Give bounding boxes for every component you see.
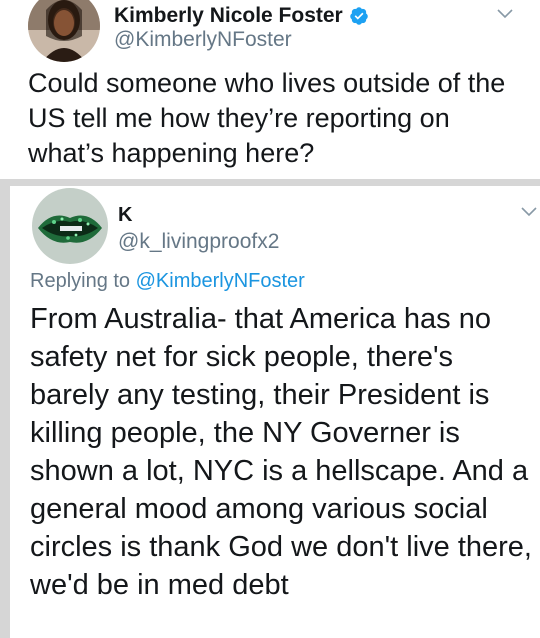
verified-badge-icon [349, 7, 368, 25]
chevron-down-icon[interactable] [496, 8, 514, 20]
author-avatar[interactable] [32, 188, 108, 264]
author-name-text[interactable]: Kimberly Nicole Foster [114, 4, 343, 28]
replying-prefix: Replying to [30, 270, 136, 292]
author-handle[interactable]: @k_livingproofx2 [118, 230, 279, 254]
author-name-text[interactable]: K [118, 204, 132, 227]
chevron-down-icon[interactable] [520, 206, 538, 218]
author-avatar-image [28, 0, 100, 62]
author-handle[interactable]: @KimberlyNFoster [114, 28, 292, 52]
tweet-card-original[interactable]: Kimberly Nicole Foster @KimberlyNFoster … [0, 0, 540, 179]
author-name[interactable]: Kimberly Nicole Foster [114, 4, 369, 28]
tweet-text: From Australia- that America has no safe… [30, 303, 532, 601]
replying-to: Replying to @KimberlyNFoster [30, 270, 305, 293]
author-avatar-image [32, 188, 108, 264]
replying-to-mention-link[interactable]: @KimberlyNFoster [136, 270, 305, 292]
tweet-text: Could someone who lives outside of the U… [28, 68, 506, 168]
tweet-card-reply[interactable]: K @k_livingproofx2 Replying to @Kimberly… [10, 186, 540, 638]
author-name[interactable]: K [118, 204, 132, 227]
author-avatar[interactable] [28, 0, 100, 62]
